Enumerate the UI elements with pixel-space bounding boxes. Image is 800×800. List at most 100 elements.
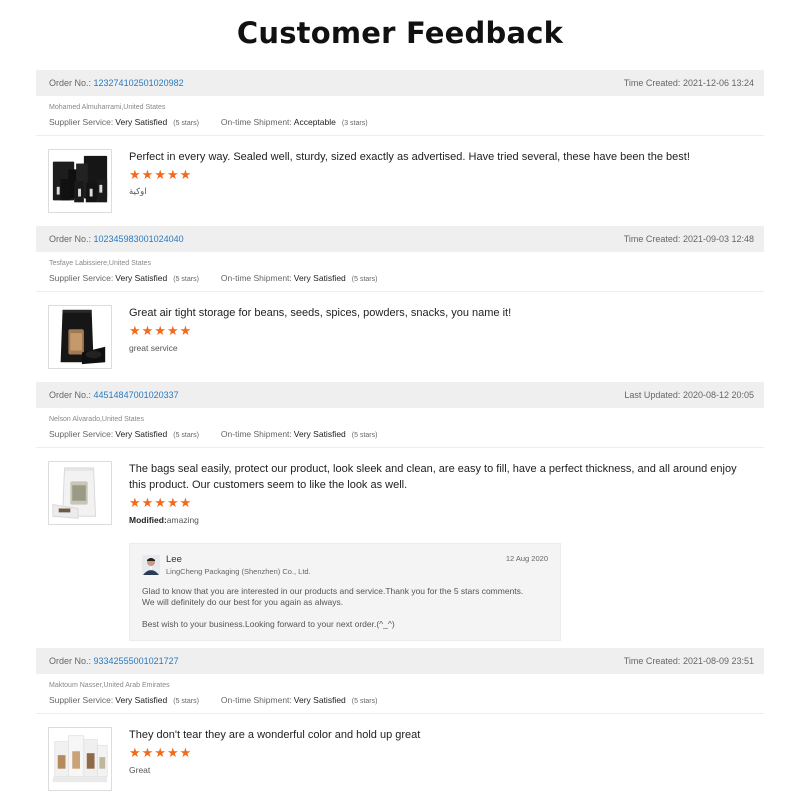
star-icon: ★ [166,746,179,761]
star-icon: ★ [141,496,154,511]
time-info: Last Updated: 2020-08-12 20:05 [624,390,754,400]
star-icon: ★ [129,496,141,511]
time-label: Time Created: [623,78,681,88]
order-label: Order No.: [49,78,92,88]
order-info: Order No.: 93342555001021727 [49,656,179,666]
review-card: Order No.: 44514847001020337 Last Update… [36,382,764,641]
order-info: Order No.: 102345983001024040 [49,234,184,244]
supplier-service-stars: (5 stars) [173,432,199,439]
seller-reply: Lee LingCheng Packaging (Shenzhen) Co., … [129,543,561,641]
star-icon: ★ [141,746,154,761]
reply-message: Glad to know that you are interested in … [142,586,548,630]
supplier-service-stars: (5 stars) [173,698,199,705]
supplier-service-value: Very Satisfied [115,273,168,283]
review-comment: Perfect in every way. Sealed well, sturd… [129,151,690,163]
reply-line: Best wish to your business.Looking forwa… [142,619,395,629]
time-info: Time Created: 2021-08-09 23:51 [624,656,754,666]
star-icon: ★ [129,746,141,761]
order-bar: Order No.: 102345983001024040 Time Creat… [36,226,764,252]
star-rating: ★ ★ ★ ★ ★ [129,497,749,511]
shipment-stars: (5 stars) [351,432,378,439]
order-number-link[interactable]: 44514847001020337 [94,390,179,400]
star-icon: ★ [179,324,192,339]
service-ratings: Supplier Service: Very Satisfied (5 stars)… [36,426,764,448]
time-label: Time Created: [623,234,681,244]
time-label: Time Created: [623,656,681,666]
time-info: Time Created: 2021-09-03 12:48 [624,234,754,244]
shipment-stars: (5 stars) [351,276,378,283]
supplier-service-value: Very Satisfied [115,429,168,439]
review-comment: The bags seal easily, protect our produc… [129,463,737,491]
shipment-value: Very Satisfied [293,695,346,705]
order-number-link[interactable]: 123274102501020982 [94,78,184,88]
white-window-bag-image[interactable] [48,461,112,525]
order-number-link[interactable]: 102345983001024040 [94,234,184,244]
order-bar: Order No.: 44514847001020337 Last Update… [36,382,764,408]
reply-line: We will definitely do our best for you a… [142,597,344,607]
black-window-bag-image[interactable] [48,305,112,369]
order-info: Order No.: 44514847001020337 [49,390,179,400]
review-body: Perfect in every way. Sealed well, sturd… [36,136,764,213]
star-rating: ★ ★ ★ ★ ★ [129,325,749,339]
review-card: Order No.: 93342555001021727 Time Create… [36,648,764,791]
additional-comment: اوكية [129,187,147,197]
additional-comment: great service [129,343,178,353]
review-body: Great air tight storage for beans, seeds… [36,292,764,369]
star-rating: ★ ★ ★ ★ ★ [129,747,749,761]
star-icon: ★ [129,168,141,183]
supplier-service-label: Supplier Service: [49,117,114,127]
star-icon: ★ [179,746,192,761]
star-icon: ★ [166,168,179,183]
mixed-bags-icon [49,728,111,790]
time-value: 2021-09-03 12:48 [682,234,754,244]
modified-text: amazing [166,515,199,525]
reply-author-name: Lee [166,554,182,565]
star-icon: ★ [141,324,154,339]
order-label: Order No.: [49,234,92,244]
review-body: They don't tear they are a wonderful col… [36,714,764,791]
black-bags-image[interactable] [48,149,112,213]
buyer-name: Mohamed Almuharrami,United States [49,104,166,111]
star-icon: ★ [179,168,192,183]
order-number-link[interactable]: 93342555001021727 [94,656,179,666]
service-ratings: Supplier Service: Very Satisfied (5 stars)… [36,270,764,292]
order-label: Order No.: [49,656,92,666]
shipment-value: Acceptable [293,117,336,127]
star-icon: ★ [154,746,166,761]
order-bar: Order No.: 93342555001021727 Time Create… [36,648,764,674]
time-value: 2021-12-06 13:24 [682,78,754,88]
supplier-service-stars: (5 stars) [173,276,199,283]
supplier-service-value: Very Satisfied [115,117,168,127]
modified-label: Modified: [129,515,167,525]
mixed-bags-image[interactable] [48,727,112,791]
star-icon: ★ [154,324,166,339]
star-icon: ★ [129,324,141,339]
time-label: Last Updated: [624,390,681,400]
review-card: Order No.: 123274102501020982 Time Creat… [36,70,764,213]
reply-line: Glad to know that you are interested in … [142,586,524,596]
order-info: Order No.: 123274102501020982 [49,78,184,88]
shipment-label: On-time Shipment: [220,273,292,283]
shipment-value: Very Satisfied [293,429,346,439]
time-value: 2020-08-12 20:05 [682,390,754,400]
shipment-label: On-time Shipment: [220,117,292,127]
reply-date: 12 Aug 2020 [505,554,548,563]
order-bar: Order No.: 123274102501020982 Time Creat… [36,70,764,96]
star-icon: ★ [166,496,179,511]
reply-company: LingCheng Packaging (Shenzhen) Co., Ltd. [166,567,311,576]
shipment-stars: (5 stars) [351,698,378,705]
shipment-value: Very Satisfied [293,273,346,283]
review-comment: They don't tear they are a wonderful col… [129,729,421,741]
buyer-name: Maktoum Nasser,United Arab Emirates [49,682,170,689]
service-ratings: Supplier Service: Very Satisfied (5 stars)… [36,114,764,136]
page-title: Customer Feedback [236,16,564,50]
additional-comment: Great [129,765,151,775]
time-info: Time Created: 2021-12-06 13:24 [624,78,754,88]
star-icon: ★ [166,324,179,339]
buyer-name: Tesfaye Labissiere,United States [49,260,151,267]
review-body: The bags seal easily, protect our produc… [36,448,764,641]
service-ratings: Supplier Service: Very Satisfied (5 stars)… [36,692,764,714]
avatar [142,555,160,575]
additional-comment: Modified:amazing [129,515,749,525]
star-icon: ★ [154,168,166,183]
